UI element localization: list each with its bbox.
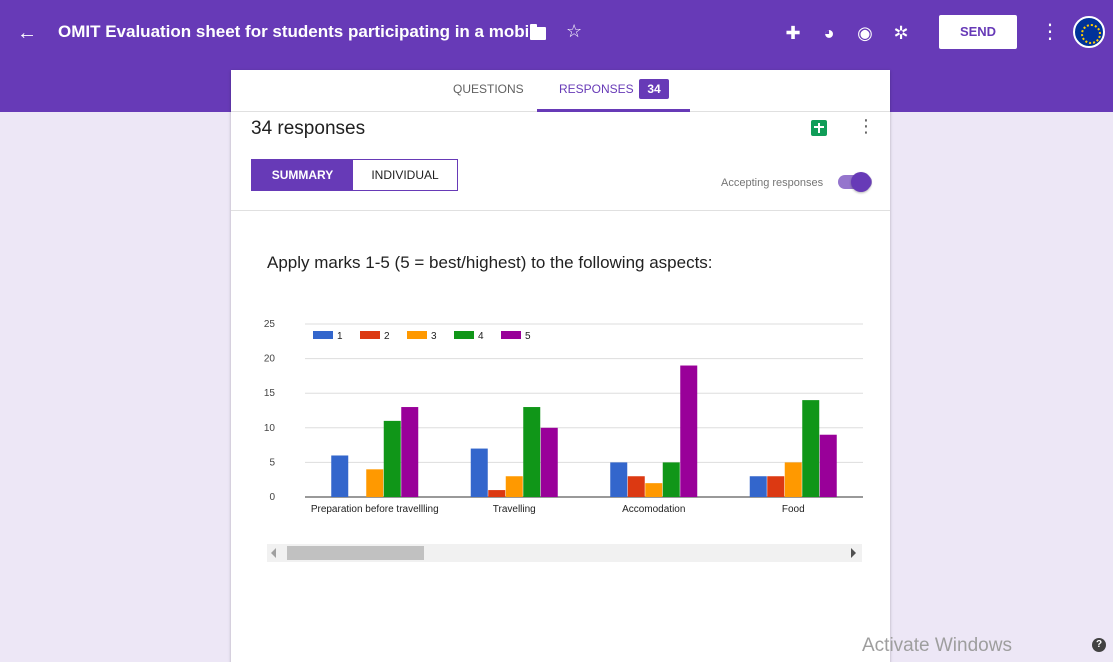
chart-bar	[401, 407, 419, 497]
sheets-icon[interactable]	[811, 120, 827, 136]
chart-bar	[488, 490, 506, 497]
legend-label: 2	[384, 331, 390, 342]
addon-icon[interactable]: ✚	[775, 20, 811, 46]
preview-icon[interactable]: ◉	[847, 20, 883, 46]
toggle-knob[interactable]	[851, 172, 871, 192]
legend-swatch	[454, 331, 474, 339]
top-bar: ← OMIT Evaluation sheet for students par…	[0, 0, 1113, 66]
palette-icon[interactable]: ◕	[811, 20, 847, 46]
individual-button[interactable]: INDIVIDUAL	[353, 160, 457, 190]
more-options-icon[interactable]: ⋮	[1040, 19, 1060, 45]
chart-bar	[627, 476, 645, 497]
scrollbar-thumb[interactable]	[287, 546, 424, 560]
settings-icon[interactable]: ✲	[883, 20, 919, 46]
y-tick-label: 15	[264, 388, 276, 399]
y-tick-label: 25	[264, 319, 276, 330]
x-tick-label: Preparation before travellling	[311, 504, 439, 515]
tab-questions[interactable]: QUESTIONS	[453, 82, 524, 96]
x-tick-label: Food	[782, 504, 805, 515]
toolbar-icons: ✚ ◕ ◉ ✲	[775, 20, 919, 46]
y-tick-label: 20	[264, 354, 276, 365]
scroll-left-icon[interactable]	[271, 548, 276, 558]
chart-bar	[680, 365, 698, 497]
chart-bar	[540, 427, 558, 497]
responses-count-badge[interactable]: 34	[639, 79, 669, 99]
chart-bar	[767, 476, 785, 497]
tab-bar: QUESTIONS RESPONSES 34	[231, 70, 890, 112]
send-button[interactable]: SEND	[939, 15, 1017, 49]
responses-count-title: 34 responses	[251, 118, 366, 139]
chart-bar	[383, 420, 401, 497]
chart-bar	[610, 462, 628, 497]
legend-swatch	[501, 331, 521, 339]
form-title[interactable]: OMIT Evaluation sheet for students parti…	[58, 22, 528, 42]
chart-bar	[662, 462, 680, 497]
tab-responses[interactable]: RESPONSES	[559, 82, 634, 96]
folder-icon[interactable]	[530, 23, 546, 40]
scroll-right-icon[interactable]	[851, 548, 856, 558]
chart-bar	[802, 400, 820, 497]
chart-bar	[366, 469, 384, 497]
y-tick-label: 5	[269, 457, 275, 468]
responses-card: QUESTIONS RESPONSES 34 34 responses ⋮ SU…	[231, 70, 890, 662]
legend-swatch	[407, 331, 427, 339]
chart-bar	[505, 476, 523, 497]
chart-bar	[645, 483, 663, 497]
star-icon[interactable]: ☆	[566, 21, 582, 41]
chart-bar	[784, 462, 802, 497]
x-tick-label: Accomodation	[622, 504, 685, 515]
y-tick-label: 0	[269, 492, 275, 503]
back-arrow-icon[interactable]: ←	[12, 18, 42, 48]
account-avatar[interactable]	[1073, 16, 1105, 48]
activate-windows-watermark: Activate Windows	[862, 635, 1012, 656]
y-tick-label: 10	[264, 423, 276, 434]
chart-bar	[749, 476, 767, 497]
chart-bar	[819, 434, 837, 497]
chart-scrollbar[interactable]	[267, 544, 862, 562]
legend-label: 3	[431, 331, 437, 342]
chart-bar	[470, 448, 488, 497]
legend-label: 1	[337, 331, 343, 342]
legend-label: 5	[525, 331, 531, 342]
summary-button[interactable]: SUMMARY	[252, 160, 353, 190]
active-tab-indicator	[537, 109, 690, 112]
divider	[231, 210, 890, 211]
title-actions: ☆	[530, 21, 582, 41]
legend-swatch	[360, 331, 380, 339]
accepting-responses-label: Accepting responses	[721, 177, 824, 189]
legend-label: 4	[478, 331, 484, 342]
legend-swatch	[313, 331, 333, 339]
x-tick-label: Travelling	[493, 504, 536, 515]
chart-bar	[331, 455, 349, 497]
help-icon[interactable]: ?	[1092, 638, 1106, 652]
bar-chart: 0 5 10 15 20 25 1 2 3 4 5 Preparation before travel…	[264, 319, 863, 515]
view-toggle: SUMMARY INDIVIDUAL	[251, 159, 458, 191]
responses-more-icon[interactable]: ⋮	[857, 116, 875, 136]
chart-bar	[523, 407, 541, 497]
question-text: Apply marks 1-5 (5 = best/highest) to th…	[267, 253, 713, 272]
